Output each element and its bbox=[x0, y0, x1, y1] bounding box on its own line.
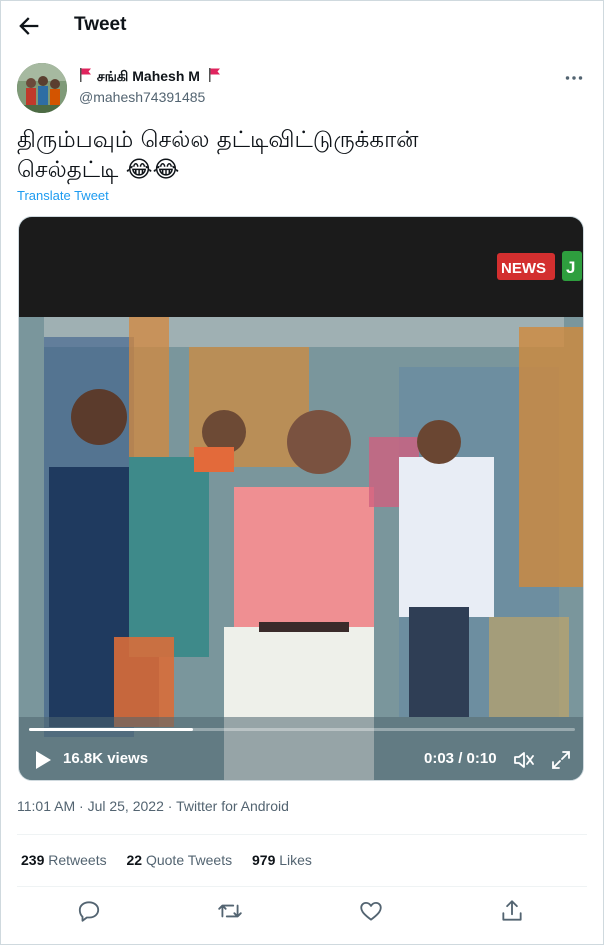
tweet-source[interactable]: Twitter for Android bbox=[176, 798, 289, 814]
video-progress-bar[interactable] bbox=[29, 728, 575, 731]
divider bbox=[17, 886, 587, 887]
video-frame: NEWS J bbox=[19, 217, 583, 780]
play-icon[interactable] bbox=[33, 749, 53, 771]
page-title: Tweet bbox=[74, 14, 127, 35]
author-handle[interactable]: @mahesh74391485 bbox=[79, 89, 205, 105]
retweet-icon[interactable] bbox=[217, 898, 243, 924]
flag-icon bbox=[80, 68, 91, 82]
fullscreen-icon[interactable] bbox=[549, 748, 573, 772]
divider bbox=[17, 834, 587, 835]
quote-tweets-stat[interactable]: 22 Quote Tweets bbox=[127, 852, 233, 868]
video-timecode: 0:03 / 0:10 bbox=[424, 750, 497, 767]
tweet-text-line-2: செல்தட்டி 😂😂 bbox=[17, 157, 180, 183]
avatar[interactable] bbox=[17, 63, 67, 113]
video-player[interactable]: NEWS J 16.8K views 0:03 / 0:10 bbox=[18, 216, 584, 781]
tweet-date[interactable]: Jul 25, 2022 bbox=[88, 798, 164, 814]
tweet-time[interactable]: 11:01 AM bbox=[17, 798, 75, 814]
author-name[interactable]: சங்கி Mahesh M bbox=[79, 67, 222, 87]
retweets-stat[interactable]: 239 Retweets bbox=[21, 852, 107, 868]
tweet-metadata: 11:01 AM · Jul 25, 2022 · Twitter for An… bbox=[17, 798, 289, 814]
engagement-stats: 239 Retweets 22 Quote Tweets 979 Likes bbox=[21, 852, 328, 868]
more-icon[interactable] bbox=[561, 65, 587, 91]
like-icon[interactable] bbox=[358, 898, 384, 924]
reply-icon[interactable] bbox=[76, 898, 102, 924]
flag-icon bbox=[208, 68, 220, 82]
translate-tweet-link[interactable]: Translate Tweet bbox=[17, 188, 109, 203]
video-progress-fill bbox=[29, 728, 193, 731]
header: Tweet bbox=[1, 1, 603, 51]
tweet-text: திரும்பவும் செல்ல தட்டிவிட்டுருக்கான் செ… bbox=[17, 125, 577, 185]
tweet-page: Tweet சங்கி Mahesh M @mahesh74391485 திர… bbox=[0, 0, 604, 945]
volume-icon[interactable] bbox=[512, 748, 536, 772]
news-logo-text: NEWS bbox=[501, 260, 546, 277]
share-icon[interactable] bbox=[499, 898, 525, 924]
tweet-actions bbox=[1, 898, 603, 924]
likes-stat[interactable]: 979 Likes bbox=[252, 852, 312, 868]
back-arrow-icon[interactable] bbox=[15, 12, 43, 40]
tweet-text-line-1: திரும்பவும் செல்ல தட்டிவிட்டுருக்கான் bbox=[17, 127, 419, 153]
news-logo-suffix: J bbox=[566, 258, 575, 277]
view-count: 16.8K views bbox=[63, 750, 149, 767]
